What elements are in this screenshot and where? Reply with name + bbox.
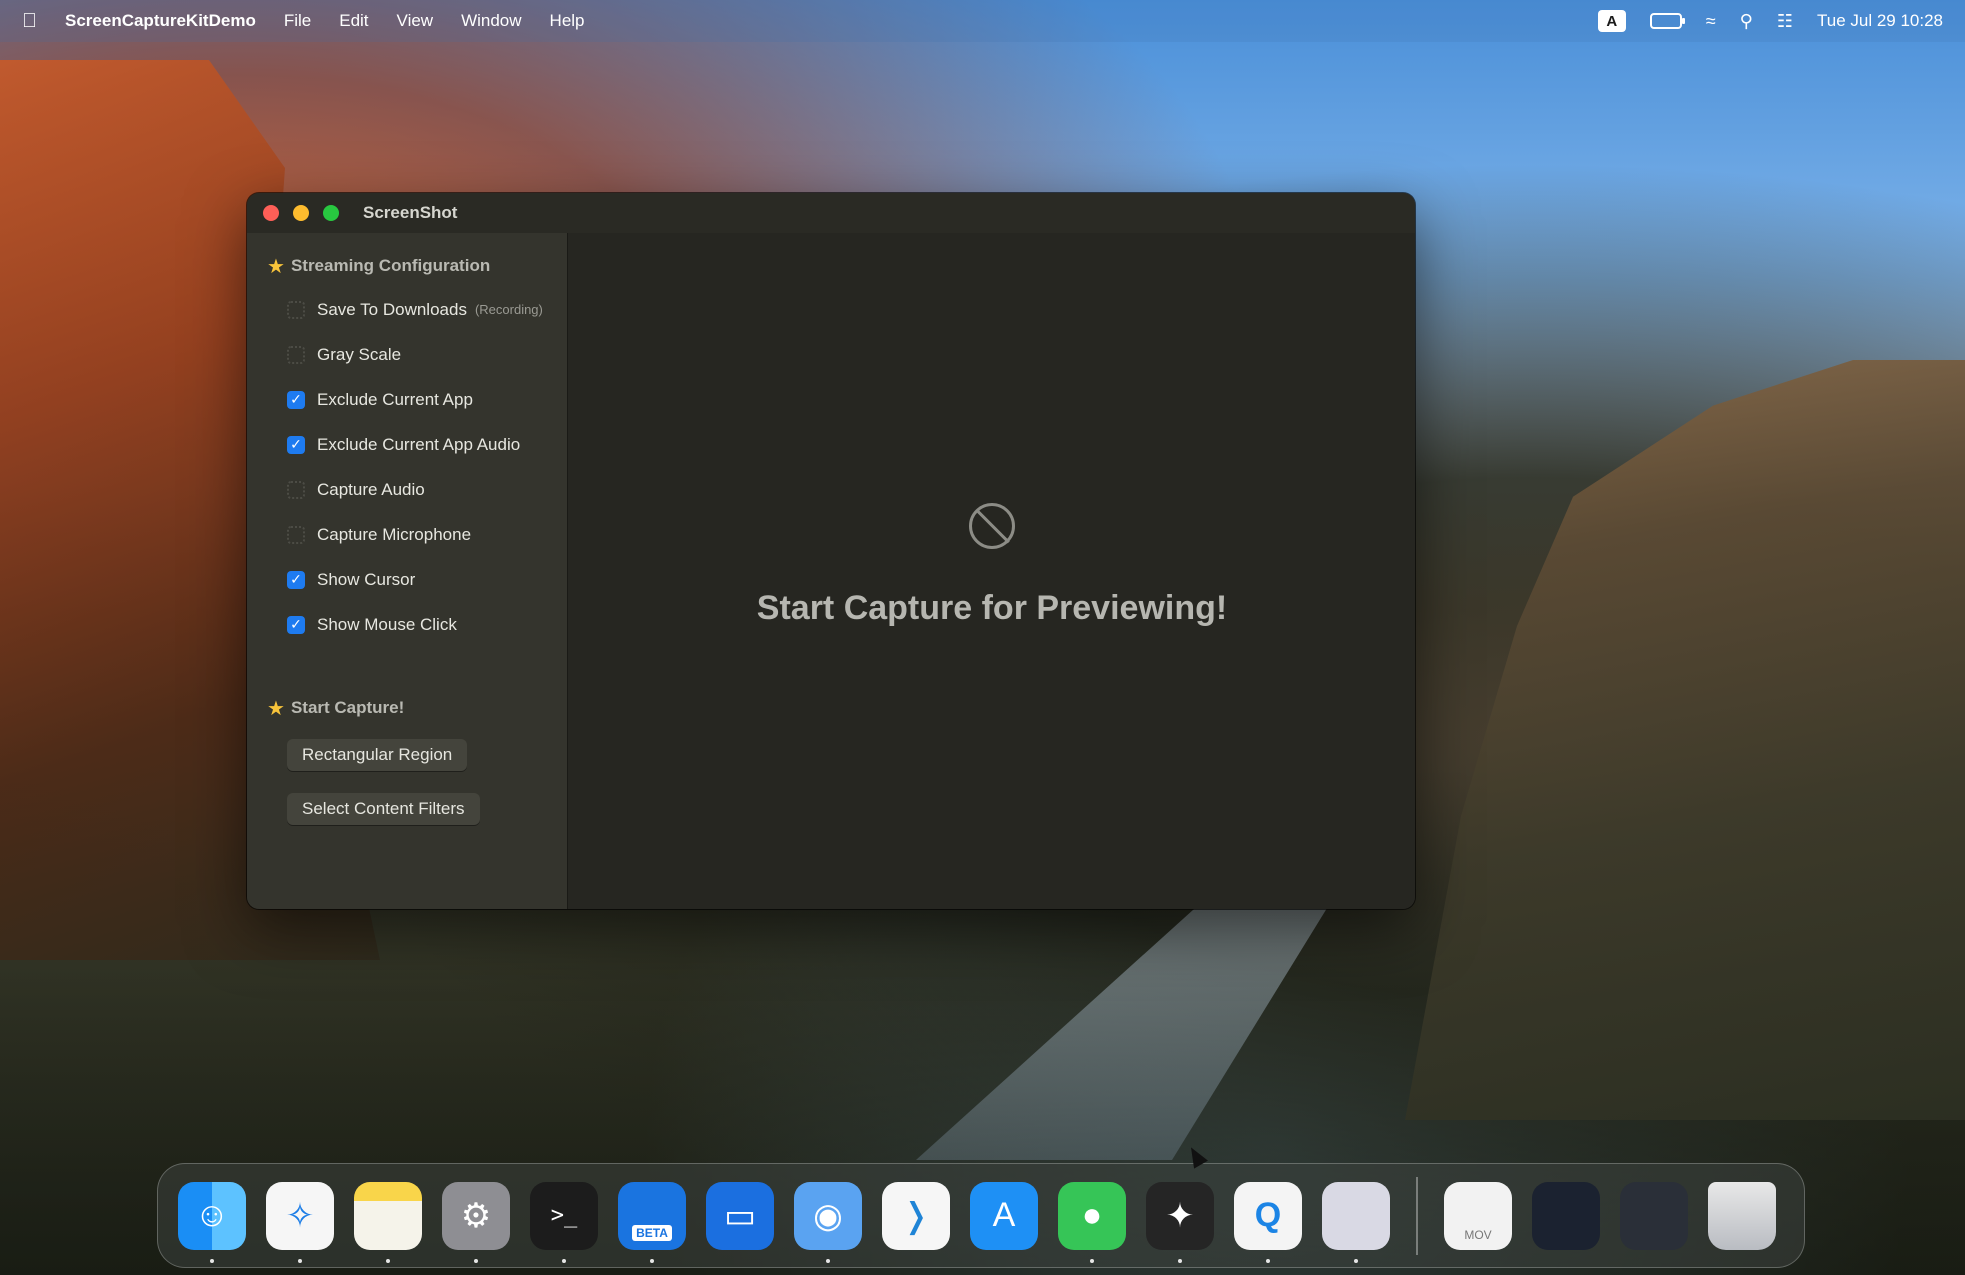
star-icon: ★ [267, 255, 285, 278]
checkmark-icon[interactable]: ✓ [287, 390, 305, 409]
option-label: Show Cursor [317, 569, 416, 589]
terminal-icon[interactable]: >_ [530, 1181, 598, 1263]
control-center-icon[interactable]: ☷ [1777, 11, 1793, 32]
option-label: Save To Downloads [317, 299, 467, 319]
messages-icon[interactable]: ● [1058, 1181, 1126, 1263]
option-label: Capture Microphone [317, 524, 472, 544]
menu-clock[interactable]: Tue Jul 29 10:28 [1817, 11, 1943, 31]
option-save-to-downloads[interactable]: Save To Downloads (Recording) [247, 287, 567, 332]
window-title: ScreenShot [363, 203, 458, 222]
start-capture-header: ★ Start Capture! [247, 687, 567, 729]
spotlight-search-icon[interactable]: ⚲ [1740, 11, 1753, 32]
menu-app-name[interactable]: ScreenCaptureKitDemo [65, 11, 256, 31]
beta-badge: BETA [632, 1224, 672, 1241]
section-title: Streaming Configuration [290, 256, 491, 275]
option-exclude-current-app-audio[interactable]: ✓ Exclude Current App Audio [247, 422, 567, 467]
checkmark-icon[interactable]: ✓ [287, 615, 305, 634]
menu-bar:  ScreenCaptureKitDemo File Edit View Wi… [0, 0, 1965, 42]
recent-window-thumbnail[interactable] [1532, 1181, 1600, 1250]
sidebar: ★ Streaming Configuration Save To Downlo… [247, 233, 568, 909]
blank-app-icon[interactable] [1322, 1181, 1390, 1263]
simulator-icon[interactable]: ▭ [706, 1181, 774, 1250]
desktop-wallpaper-canyon [1405, 360, 1965, 1120]
xcode-beta-icon[interactable]: BETA [618, 1181, 686, 1263]
option-capture-audio[interactable]: Capture Audio [247, 467, 567, 512]
option-show-mouse-click[interactable]: ✓ Show Mouse Click [247, 602, 567, 647]
quicktime-icon[interactable]: Q [1234, 1181, 1302, 1263]
menu-window[interactable]: Window [461, 11, 521, 31]
close-window-button[interactable] [263, 205, 279, 221]
checkmark-icon[interactable]: ✓ [287, 435, 305, 454]
option-hint: (Recording) [474, 302, 543, 317]
checkmark-icon[interactable]: ✓ [287, 570, 305, 589]
zoom-window-button[interactable] [323, 205, 339, 221]
option-label: Exclude Current App Audio [317, 434, 521, 454]
app-store-icon[interactable]: A [970, 1181, 1038, 1250]
checkbox-unchecked[interactable] [287, 345, 305, 364]
checkbox-unchecked[interactable] [287, 525, 305, 544]
mov-file-icon[interactable]: MOV [1444, 1181, 1512, 1250]
section-title: Start Capture! [290, 698, 405, 717]
recent-window-thumbnail[interactable] [1620, 1181, 1688, 1250]
input-source-icon[interactable]: A [1597, 10, 1626, 32]
window-titlebar[interactable]: ScreenShot [247, 193, 1415, 233]
safari-icon[interactable]: ✧ [266, 1181, 334, 1263]
ai-assistant-icon[interactable]: ✦ [1146, 1181, 1214, 1263]
streaming-config-header: ★ Streaming Configuration [247, 245, 567, 287]
option-label: Show Mouse Click [317, 614, 457, 634]
option-capture-microphone[interactable]: Capture Microphone [247, 512, 567, 557]
checkbox-unchecked[interactable] [287, 300, 305, 319]
notes-icon[interactable] [354, 1181, 422, 1263]
checkbox-unchecked[interactable] [287, 480, 305, 499]
system-settings-icon[interactable]: ⚙ [442, 1181, 510, 1263]
option-label: Gray Scale [317, 344, 402, 364]
prohibited-icon [969, 503, 1015, 549]
apple-menu-icon[interactable]:  [22, 10, 37, 33]
option-show-cursor[interactable]: ✓ Show Cursor [247, 557, 567, 602]
desktop-wallpaper-river [916, 900, 1332, 1160]
menu-help[interactable]: Help [550, 11, 585, 31]
screenshot-window: ScreenShot ★ Streaming Configuration Sav… [247, 193, 1415, 909]
option-exclude-current-app[interactable]: ✓ Exclude Current App [247, 377, 567, 422]
dock-separator [1416, 1176, 1418, 1255]
preview-area: Start Capture for Previewing! [569, 233, 1415, 909]
trash-icon[interactable] [1708, 1181, 1776, 1250]
vscode-icon[interactable]: ❭ [882, 1181, 950, 1250]
option-label: Exclude Current App [317, 389, 473, 409]
wifi-icon[interactable]: ≈ [1706, 11, 1716, 32]
preview-placeholder-message: Start Capture for Previewing! [756, 589, 1228, 627]
menu-edit[interactable]: Edit [339, 11, 368, 31]
menu-file[interactable]: File [284, 11, 311, 31]
star-icon: ★ [267, 697, 285, 720]
select-content-filters-button[interactable]: Select Content Filters [287, 793, 480, 825]
screen-capture-app-icon[interactable]: ◉ [794, 1181, 862, 1263]
menu-view[interactable]: View [397, 11, 434, 31]
rectangular-region-button[interactable]: Rectangular Region [287, 739, 468, 771]
minimize-window-button[interactable] [293, 205, 309, 221]
battery-icon[interactable] [1649, 13, 1685, 29]
finder-icon[interactable]: ☺ [178, 1181, 246, 1263]
dock: ☺ ✧ ⚙ >_ BETA ▭ ◉ ❭ A ● ✦ Q MOV [157, 1163, 1805, 1268]
option-label: Capture Audio [317, 479, 425, 499]
option-gray-scale[interactable]: Gray Scale [247, 332, 567, 377]
